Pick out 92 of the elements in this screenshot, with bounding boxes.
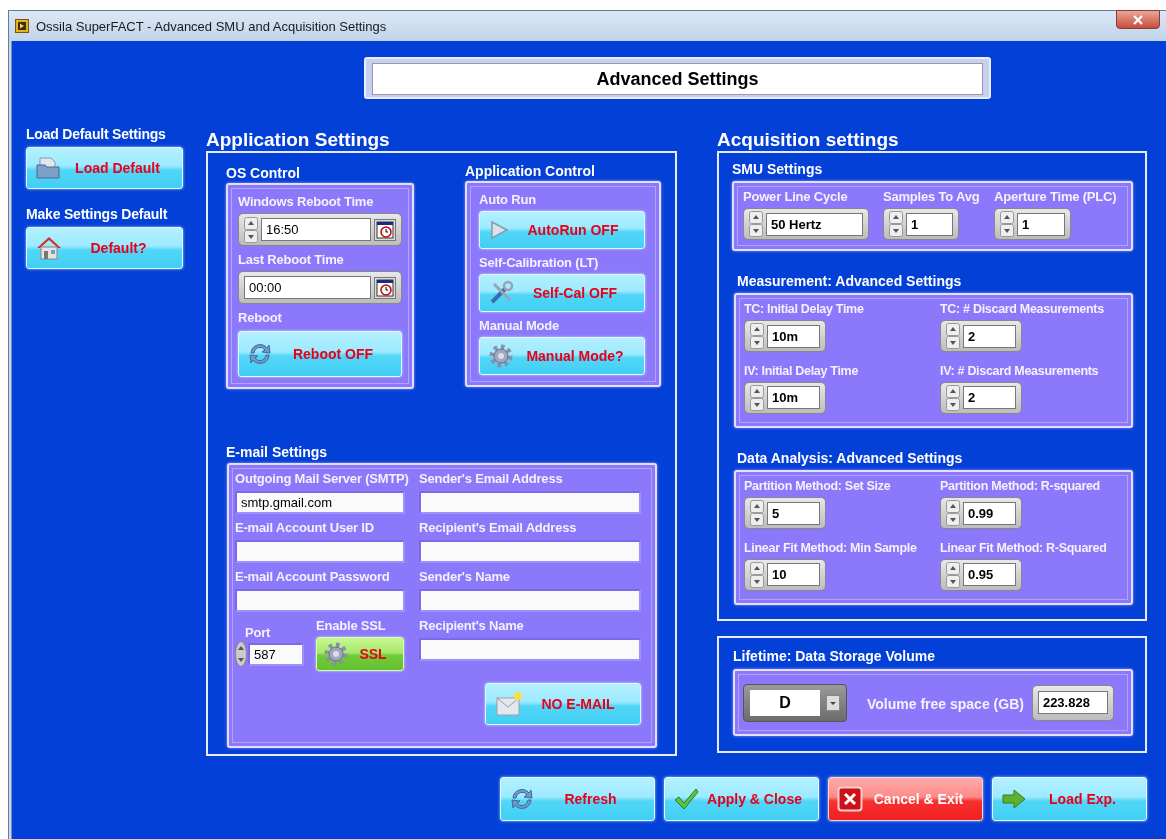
clock-calendar-icon[interactable] [374,218,396,241]
input-field[interactable]: 10 [767,563,820,586]
field-label: Samples To Avg [883,189,981,205]
window-title: Ossila SuperFACT - Advanced SMU and Acquisition Settings [36,18,387,34]
group-title: Data Analysis: Advanced Settings [736,450,964,468]
input-field[interactable]: 0.95 [963,563,1016,586]
arrow-right-icon [1001,788,1027,810]
section-label: Load Default Settings [26,126,167,142]
field-label: Auto Run [479,192,537,208]
spinner-buttons[interactable] [889,211,903,237]
input-field[interactable] [235,540,405,563]
section-title: Acquisition settings [717,129,900,151]
clock-calendar-icon[interactable] [374,276,396,299]
field-label: Sender's Email Address [419,471,564,487]
field-label: E-mail Account Password [235,569,391,585]
field-label: Recipient's Name [419,618,525,634]
spinner-buttons[interactable] [946,500,960,526]
folder-icon [35,155,61,181]
field-label: IV: Initial Delay Time [744,362,860,379]
input-field[interactable]: 1 [1017,212,1065,236]
field-label: Enable SSL [316,618,387,634]
field-label: Windows Reboot Time [238,194,375,210]
input-field[interactable] [419,540,641,563]
spinner-buttons[interactable] [946,384,960,411]
spinner-buttons[interactable] [750,323,764,349]
input-field[interactable] [419,491,641,514]
input-field[interactable] [419,638,641,661]
field-label: Linear Fit Method: R-Squared [940,539,1108,556]
input-field[interactable]: 587 [248,642,304,666]
group-title: Measurement: Advanced Settings [736,273,963,291]
app-icon [15,19,29,33]
field-label: TC: # Discard Measurements [940,301,1105,317]
group-title: E-mail Settings [226,444,329,462]
input-field[interactable]: 00:00 [244,276,371,299]
field-label: Last Reboot Time [238,252,345,268]
field-label: Partition Method: Set Size [744,478,892,494]
field-label: IV: # Discard Measurements [940,362,1100,379]
spinner-buttons[interactable] [946,323,960,349]
input-field[interactable]: 2 [963,386,1016,409]
input-field[interactable]: 1 [906,212,953,236]
field-label: Manual Mode [479,318,561,334]
input-field[interactable]: 0.99 [963,501,1016,525]
input-field[interactable]: 10m [767,324,820,348]
value-display: 223.828 [1037,691,1108,714]
input-field[interactable]: 2 [963,324,1016,348]
group-title: SMU Settings [732,161,824,179]
field-label: Linear Fit Method: Min Sample [744,539,918,556]
close-icon [1132,14,1144,25]
input-field[interactable] [419,589,641,612]
envelope-icon [494,690,524,718]
close-button[interactable] [1116,10,1160,29]
field-label: Self-Calibration (LT) [479,255,600,271]
refresh-icon [509,786,535,812]
field-label: Port [244,625,272,641]
input-field[interactable]: 5 [767,501,820,525]
field-label: Volume free space (GB) [867,696,1024,712]
field-label: Recipient's Email Address [419,520,578,536]
header-banner: Advanced Settings [364,57,991,99]
input-field[interactable] [235,589,405,612]
input-field[interactable]: smtp.gmail.com [235,491,405,514]
field-label: Partition Method: R-squared [940,478,1101,494]
volume-dropdown[interactable]: D [743,683,847,722]
group-title: OS Control [226,165,301,183]
tools-icon [488,280,514,306]
field-label: Sender's Name [419,569,511,585]
spinner-buttons[interactable] [750,561,764,588]
field-label: Reboot [238,310,283,326]
check-icon [673,786,699,812]
section-title: Application Settings [206,129,391,151]
field-label: Aperture Time (PLC) [994,189,1118,205]
spinner-buttons[interactable] [244,216,258,243]
group-title: Lifetime: Data Storage Volume [733,648,936,666]
spinner-buttons[interactable] [750,384,764,411]
spinner-buttons[interactable] [1000,211,1014,237]
gear-icon [323,641,349,667]
house-icon [35,235,63,261]
section-label: Make Settings Default [26,206,169,222]
input-field[interactable]: 50 Hertz [766,212,863,236]
spinner-buttons[interactable] [750,500,764,526]
close-icon [837,786,863,812]
field-label: E-mail Account User ID [235,520,375,536]
field-label: Power Line Cycle [743,189,849,205]
group-title: Application Control [465,163,596,181]
spinner-buttons[interactable] [749,211,763,237]
gear-icon [488,343,514,369]
input-field[interactable]: 16:50 [261,218,371,241]
spinner-buttons[interactable] [235,641,247,667]
play-icon [488,219,510,241]
refresh-icon [247,341,273,367]
spinner-buttons[interactable] [946,561,960,588]
field-label: TC: Initial Delay Time [744,301,865,317]
input-field[interactable]: 10m [767,386,820,409]
